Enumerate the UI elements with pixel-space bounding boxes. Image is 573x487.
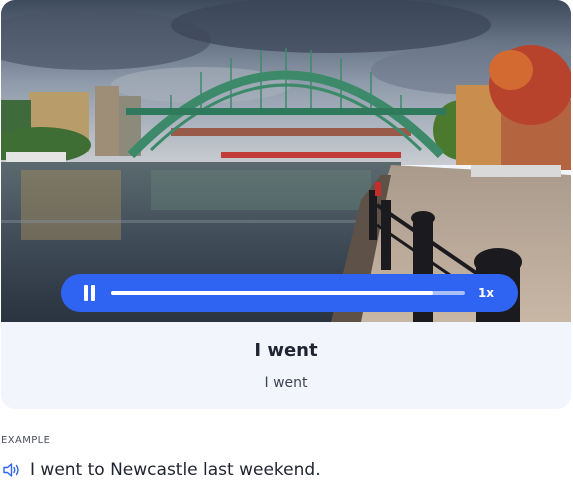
progress-fill (111, 291, 434, 295)
example-label: EXAMPLE (1, 435, 51, 446)
playback-speed-button[interactable]: 1x (473, 286, 499, 300)
example-sentence: I went to Newcastle last weekend. (30, 460, 321, 480)
speaker-icon[interactable] (2, 462, 22, 478)
word-translation: I went (264, 375, 308, 391)
example-sentence-row: I went to Newcastle last weekend. (2, 459, 321, 481)
flashcard: 1x I went I went (1, 0, 571, 409)
pause-icon (84, 285, 88, 301)
audio-player: 1x (61, 274, 518, 312)
word-title: I went (254, 340, 318, 361)
pause-button[interactable] (79, 283, 99, 303)
progress-track[interactable] (111, 291, 465, 295)
